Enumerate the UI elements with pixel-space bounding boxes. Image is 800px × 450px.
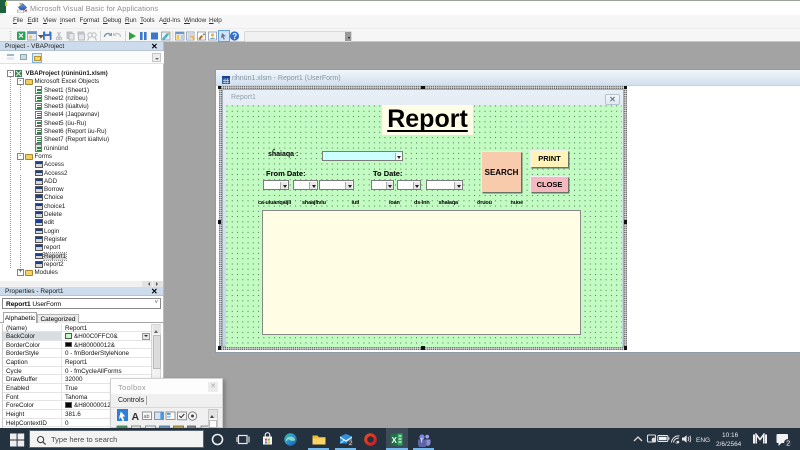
svg-text:?: ?	[232, 32, 237, 41]
svg-text:ab: ab	[144, 414, 150, 420]
svg-text:X: X	[392, 436, 398, 445]
svg-text:A: A	[132, 411, 140, 423]
svg-text:2: 2	[786, 441, 790, 448]
